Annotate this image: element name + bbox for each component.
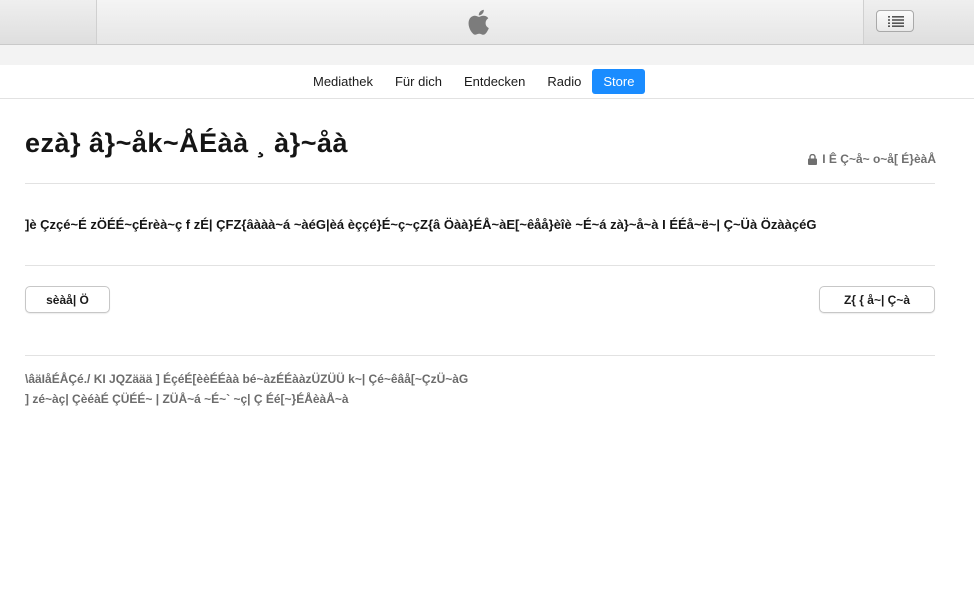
privacy-link[interactable]: I Ê Ç~å~ o~å[ É}èàÅ: [808, 152, 936, 166]
left-action-button[interactable]: sèàå| Ö: [25, 286, 110, 313]
nav-bar: Mediathek Für dich Entdecken Radio Store: [0, 65, 974, 99]
footer-text: \âäIåÉÅÇé./ KI JQZäää ] ÉçéÉ[èèÉÉàà bé~à…: [25, 369, 935, 409]
page-title: ezà} â}~åk~ÅÉàà ¸ à}~åà: [25, 128, 348, 158]
divider: [25, 183, 935, 184]
apple-logo-icon: [466, 6, 494, 38]
description-text: ]è Çzçé~É zÖÉÉ~çÉrèà~ç f zÉ| ÇFZ{âààà~á …: [25, 217, 817, 232]
footer-line-2: ] zé~àç| ÇèéàÉ ÇÜÉÉ~ | ZÜÅ~á ~É~` ~ç| Ç …: [25, 392, 349, 406]
lock-icon: [808, 153, 818, 165]
list-icon: [888, 16, 904, 27]
tab-radio[interactable]: Radio: [536, 69, 592, 94]
privacy-label: I Ê Ç~å~ o~å[ É}èàÅ: [822, 152, 936, 166]
footer-line-1: \âäIåÉÅÇé./ KI JQZäää ] ÉçéÉ[èèÉÉàà bé~à…: [25, 372, 469, 386]
toolbar-strip: [0, 45, 974, 65]
right-action-button[interactable]: Z{ { å~| Ç~à: [819, 286, 935, 313]
tab-mediathek[interactable]: Mediathek: [302, 69, 384, 94]
tab-store[interactable]: Store: [592, 69, 646, 94]
divider: [25, 355, 935, 356]
tab-entdecken[interactable]: Entdecken: [453, 69, 536, 94]
nav-tabs: Mediathek Für dich Entdecken Radio Store: [302, 69, 646, 94]
title-bar: [0, 0, 974, 45]
titlebar-left-area: [0, 0, 97, 44]
list-button[interactable]: [876, 10, 914, 32]
divider: [25, 265, 935, 266]
tab-fuer-dich[interactable]: Für dich: [384, 69, 453, 94]
